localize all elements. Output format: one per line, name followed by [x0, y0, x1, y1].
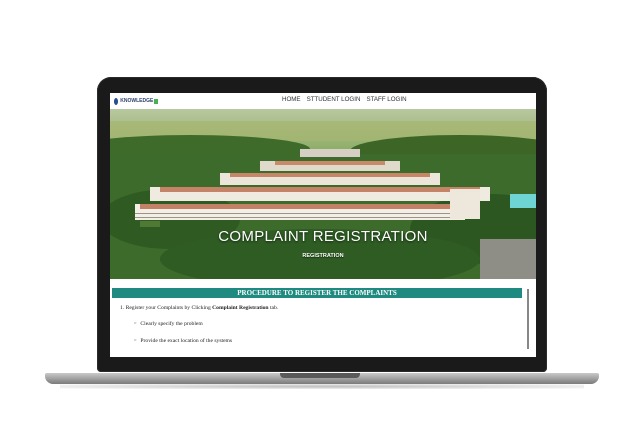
- nav-student-login[interactable]: STTUDENT LOGIN: [307, 96, 361, 103]
- nav-staff-login[interactable]: STAFF LOGIN: [366, 96, 406, 103]
- logo[interactable]: KNOWLEDGE: [114, 96, 158, 106]
- logo-text: KNOWLEDGE: [120, 97, 154, 104]
- laptop-shadow: [60, 384, 584, 389]
- laptop-notch: [280, 373, 360, 378]
- procedure-section: PROCEDURE TO REGISTER THE COMPLAINTS 1. …: [110, 279, 536, 357]
- step1-link-text: Complaint Registration: [212, 305, 269, 311]
- nav-links: HOME STTUDENT LOGIN STAFF LOGIN: [282, 96, 407, 103]
- logo-badge-icon: [154, 98, 158, 104]
- step1-prefix: 1. Register your Complaints by Clicking: [120, 305, 213, 311]
- nav-home[interactable]: HOME: [282, 96, 301, 103]
- scrollbar[interactable]: [527, 289, 529, 349]
- logo-emblem-icon: [114, 97, 119, 105]
- procedure-header: PROCEDURE TO REGISTER THE COMPLAINTS: [112, 288, 522, 298]
- step1-suffix: tab.: [268, 305, 279, 311]
- page-subtitle: REGISTRATION: [302, 253, 344, 259]
- procedure-bullet: Clearly specify the problem: [134, 321, 202, 327]
- procedure-step-1: 1. Register your Complaints by Clicking …: [120, 305, 278, 311]
- hero-banner: COMPLAINT REGISTRATION REGISTRATION: [110, 109, 536, 279]
- page-title: COMPLAINT REGISTRATION: [218, 228, 428, 245]
- top-nav: KNOWLEDGE HOME STTUDENT LOGIN STAFF LOGI…: [110, 93, 536, 109]
- screen: KNOWLEDGE HOME STTUDENT LOGIN STAFF LOGI…: [110, 93, 536, 357]
- procedure-bullet: Provide the exact location of the system…: [134, 338, 232, 344]
